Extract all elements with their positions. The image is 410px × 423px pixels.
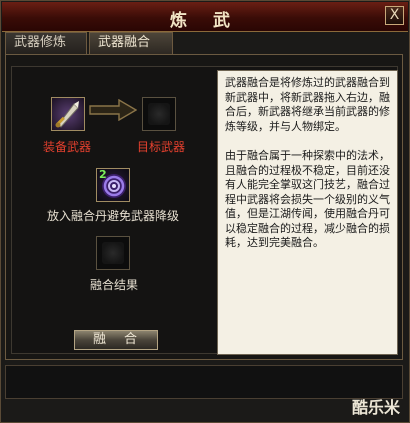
fusion-description: 武器融合是将修炼过的武器融合到新武器中，将新武器拖入右边，融合后，新武器将继承当… [217, 70, 398, 355]
target-weapon-label: 目标武器 [137, 140, 186, 154]
equipped-weapon-slot[interactable] [51, 97, 85, 131]
site-watermark: 酷乐米 [351, 398, 400, 417]
result-label: 融合结果 [90, 278, 139, 292]
bottom-bar [5, 365, 403, 399]
fusion-pill-slot[interactable]: 2 [96, 168, 130, 202]
sword-icon [55, 101, 79, 128]
pill-count: 2 [99, 168, 107, 181]
right-arrow-icon [89, 99, 137, 121]
close-icon[interactable]: X [385, 6, 404, 25]
window-title: 炼 武 [170, 11, 240, 31]
tab-weapon-refine[interactable]: 武器修炼 [5, 32, 87, 54]
description-paragraph-1: 武器融合是将修炼过的武器融合到新武器中，将新武器拖入右边，融合后，新武器将继承当… [225, 76, 390, 133]
tab-weapon-fusion[interactable]: 武器融合 [89, 32, 173, 54]
fuse-button[interactable]: 融合 [74, 330, 158, 350]
equipped-weapon-label: 装备武器 [43, 140, 92, 154]
description-paragraph-2: 由于融合属于一种探索中的法术，且融合的过程极不稳定，目前还没有人能完全掌驭这门技… [225, 149, 390, 249]
result-slot[interactable] [96, 236, 130, 270]
fusion-pill-label: 放入融合丹避免武器降级 [47, 209, 180, 223]
refine-window: 炼 武 X 武器修炼 武器融合 装备武器 目标武器 2 放入融合丹避免武器降级 … [0, 0, 410, 423]
target-weapon-slot[interactable] [142, 97, 176, 131]
title-bar[interactable]: 炼 武 X [2, 2, 408, 32]
